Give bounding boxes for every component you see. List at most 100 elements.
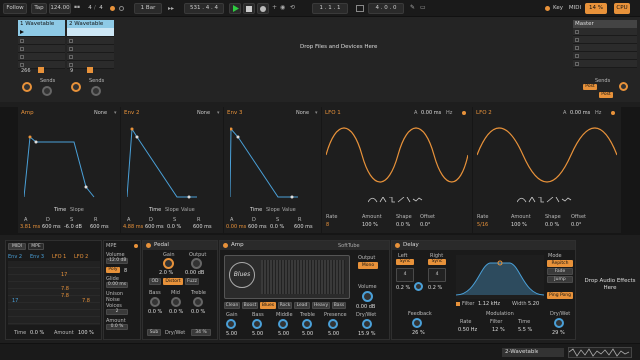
time-sig-numerator[interactable]: 4 [86,3,94,14]
amp-presence-value[interactable]: 5.00 [328,331,339,337]
amp-bass-value[interactable]: 5.00 [252,331,263,337]
glide-field[interactable]: 0.00 ms [106,282,128,288]
pedal-type-distort[interactable]: Distort [163,278,183,285]
slot-stop-icon[interactable] [69,63,73,67]
env-mode-select[interactable]: None [296,110,309,116]
automation-arm-icon[interactable]: ◉ [280,4,285,11]
lfo-shape-selector-icon[interactable] [368,197,428,203]
env-footer-value[interactable]: Value [282,207,296,213]
amp-treble-knob[interactable] [302,319,312,329]
mpe-label[interactable]: MPE [106,243,117,249]
device-power-icon[interactable] [223,243,228,248]
delay-drywet-value[interactable]: 29 % [552,330,565,336]
delay-mod-filter-value[interactable]: 12 % [492,327,505,333]
delay-right-sync[interactable]: Sync [428,259,446,265]
pedal-output-value[interactable]: 0.00 dB [185,270,204,276]
amp-treble-value[interactable]: 5.00 [302,331,313,337]
env-release-node[interactable] [290,195,294,199]
pedal-treble-value[interactable]: 0.0 % [191,309,205,315]
matrix-col-header[interactable]: Env 2 [8,254,22,260]
pedal-header[interactable]: Pedal [143,241,217,250]
lfo-hz-toggle[interactable]: Hz [595,110,601,116]
lfo-title[interactable]: LFO 1 [325,110,341,117]
loop-start[interactable]: 1 . 1 . 1 [312,3,348,14]
amp-type-lead[interactable]: Lead [294,302,310,309]
scene-launch-icon[interactable] [575,30,579,34]
track-title[interactable]: 1 Wavetable [18,20,65,28]
env-curve[interactable] [127,127,219,199]
scene-launch-icon[interactable] [575,62,579,66]
scene-slot[interactable] [573,44,637,52]
delay-width-value[interactable]: 5.20 [528,301,539,307]
scene-slot[interactable] [573,60,637,68]
device-power-icon[interactable] [146,243,151,248]
matrix-grid[interactable] [8,261,100,325]
pedal-mid-value[interactable]: 0.0 % [169,309,183,315]
time-sig-denominator[interactable]: 4 [97,3,105,14]
overview-button[interactable] [538,348,564,357]
loop-switch-icon[interactable] [356,5,364,12]
amp-type-clean[interactable]: Clean [224,302,240,309]
matrix-col-header[interactable]: LFO 2 [74,254,88,260]
poly-value[interactable]: 8 [124,268,127,274]
midi-map-button[interactable]: MIDI [568,3,582,14]
matrix-col-header[interactable]: Env 3 [30,254,44,260]
scene-launch-icon[interactable] [575,54,579,58]
amount-field[interactable]: 0.0 % [106,324,128,330]
amp-type-rock[interactable]: Rock [278,302,292,309]
slot-stop-icon[interactable] [69,39,73,43]
env-decay-value[interactable]: 600 ms [145,224,164,230]
slot-stop-icon[interactable] [69,47,73,51]
clip-slot[interactable] [18,37,65,45]
clip-slot[interactable] [18,28,65,37]
send-b-knob[interactable] [91,86,101,96]
mini-overview[interactable] [568,347,632,358]
metronome-icon[interactable]: ▪▪ [74,5,80,10]
delay-filter-freq[interactable]: 1.12 kHz [478,301,500,307]
return-a-knob[interactable] [619,82,628,91]
scene-slot[interactable] [573,36,637,44]
pedal-type-od[interactable]: OD [149,278,161,285]
pedal-sub-button[interactable]: Sub [147,329,161,336]
pedal-bass-value[interactable]: 0.0 % [148,309,162,315]
voices-field[interactable]: 2 [106,309,128,315]
amp-gain-value[interactable]: 5.00 [226,331,237,337]
matrix-amount-value[interactable]: 100 % [78,330,94,336]
pedal-bass-knob[interactable] [150,297,160,307]
tap-button[interactable]: Tap [31,3,47,14]
env-decay-node[interactable] [34,140,38,144]
delay-feedback-knob[interactable] [412,318,422,328]
pedal-gain-value[interactable]: 2.0 % [159,270,173,276]
lfo-attack-value[interactable]: 0.00 ms [421,110,441,116]
lfo-offset-value[interactable]: 0.0° [571,222,581,228]
amp-type-boost[interactable]: Boost [242,302,258,309]
key-map-button[interactable]: Key [551,3,565,14]
delay-pingpong-button[interactable]: Ping Pong [547,292,573,299]
poly-button[interactable]: Poly [106,267,120,273]
clip-slot[interactable] [18,53,65,61]
pedal-output-knob[interactable] [191,258,202,269]
env-dropdown-icon[interactable]: ▾ [114,110,117,116]
loop-length[interactable]: 4 . 0 . 0 [368,3,404,14]
matrix-cell[interactable]: 17 [61,272,67,278]
lfo-title[interactable]: LFO 2 [476,110,492,117]
scene-slot[interactable] [573,28,637,36]
lfo-retrigger-icon[interactable] [462,111,466,115]
matrix-col-header[interactable]: LFO 1 [52,254,66,260]
slot-stop-icon[interactable] [20,55,24,59]
send-b-knob[interactable] [42,86,52,96]
pedal-treble-knob[interactable] [193,297,203,307]
metronome-indicator-icon[interactable] [110,6,115,11]
amp-gain-knob[interactable] [226,319,236,329]
env-decay-node[interactable] [236,135,240,139]
status-track-name[interactable]: 2-Wavetable [502,348,543,357]
send-a-knob[interactable] [22,82,32,92]
delay-left-offset[interactable]: 0.2 % [396,285,410,291]
amp-middle-value[interactable]: 5.00 [278,331,289,337]
delay-mod-time-value[interactable]: 5.5 % [518,327,532,333]
lfo-amount-value[interactable]: 100 % [362,222,378,228]
record-button[interactable] [257,3,269,14]
env-dropdown-icon[interactable]: ▾ [315,110,318,116]
delay-mode-repitch[interactable]: Repitch [547,260,573,267]
env-release-node[interactable] [84,185,88,189]
